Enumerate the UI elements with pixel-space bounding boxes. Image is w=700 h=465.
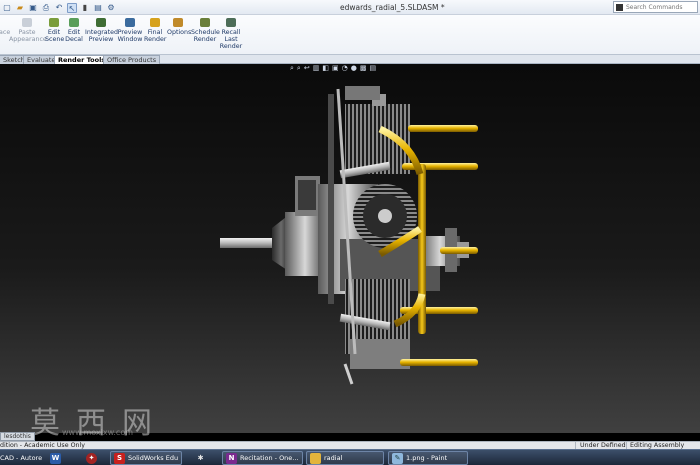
appearance-button[interactable]: ace [0,18,10,36]
taskbar-item-onenote[interactable]: N Recitation - One... [222,451,303,465]
paste-appearance-button[interactable]: Paste Appearance [9,18,47,43]
options-gear-icon[interactable]: ⚙ [106,3,116,13]
watermark-url: www.moxixw.com [62,428,134,437]
integrated-preview-icon [96,18,106,27]
solidworks-logo-icon: ✱ [197,453,204,462]
taskbar-item-word[interactable]: W [50,451,64,465]
solidworks-icon: S [114,452,125,464]
graphics-viewport[interactable]: ⌕ ⌕ ↩ ▥ ◧ ▣ ◔ ● ▩ ▤ [0,64,700,433]
options-button[interactable]: Options [167,18,191,36]
recall-last-render-icon [226,18,236,27]
taskbar-label: CAD - Autore [0,454,43,462]
quick-access-toolbar: ▢ ▰ ▣ ⎙ ↶ ↖ ▮ ▤ ⚙ [2,2,119,13]
command-manager-tabs: Sketch Evaluate Render Tools Office Prod… [0,55,700,64]
status-mode-text: Editing Assembly [630,442,685,449]
search-commands-input[interactable] [626,2,696,12]
integrated-preview-button[interactable]: Integrated Preview [85,18,118,43]
paint-icon: ✎ [392,452,403,464]
open-folder-icon[interactable]: ▰ [15,3,25,13]
options-icon [173,18,183,27]
taskbar-item-autocad[interactable]: CAD - Autore [0,451,42,465]
recall-last-render-button[interactable]: Recall Last Render [219,18,243,50]
status-bar: dition - Academic Use Only Under Defined… [0,441,700,450]
taskbar-item-radial-folder[interactable]: radial [306,451,384,465]
paste-appearance-icon [22,18,32,27]
new-document-icon[interactable]: ▢ [2,3,12,13]
undo-icon[interactable]: ↶ [54,3,64,13]
status-definition-text: Under Defined [580,442,626,449]
appearance-icon [0,18,9,27]
schedule-render-icon [200,18,210,27]
document-title: edwards_radial_5.SLDASM * [340,3,445,12]
save-icon[interactable]: ▣ [28,3,38,13]
edit-scene-icon [49,18,59,27]
search-icon [616,4,623,11]
app-icon: ✦ [86,452,97,464]
render-tools-ribbon: ace Paste Appearance Edit Scene Edit Dec… [0,15,700,55]
file-properties-icon[interactable]: ▤ [93,3,103,13]
search-commands-box[interactable] [613,1,698,13]
edit-decal-icon [69,18,79,27]
select-pointer-icon[interactable]: ↖ [67,2,77,13]
print-icon[interactable]: ⎙ [41,3,51,13]
folder-icon [310,452,321,464]
edit-scene-button[interactable]: Edit Scene [45,18,64,43]
onenote-icon: N [226,452,237,464]
taskbar-item-paint[interactable]: ✎ 1.png - Paint [388,451,468,465]
taskbar-label: radial [324,454,343,462]
taskbar-label: Recitation - One... [240,454,299,462]
edit-decal-button[interactable]: Edit Decal [65,18,83,43]
rebuild-icon[interactable]: ▮ [80,3,90,13]
tab-render-tools[interactable]: Render Tools [54,55,110,64]
word-icon: W [50,452,61,464]
tab-office-products[interactable]: Office Products [103,55,161,64]
taskbar-item-solidworks[interactable]: S SolidWorks Edu [110,451,183,465]
radial-engine-model[interactable] [0,64,700,433]
preview-window-button[interactable]: Preview Window [117,18,143,43]
taskbar-label: 1.png - Paint [406,454,448,462]
preview-window-icon [125,18,135,27]
status-edition-text: dition - Academic Use Only [0,442,86,449]
schedule-render-button[interactable]: Schedule Render [191,18,220,43]
taskbar-item-app[interactable]: ✦ [86,451,100,465]
title-bar: ▢ ▰ ▣ ⎙ ↶ ↖ ▮ ▤ ⚙ edwards_radial_5.SLDAS… [0,0,700,15]
taskbar-label: SolidWorks Edu [128,454,179,462]
final-render-icon [150,18,160,27]
taskbar-item-solidworks-logo[interactable]: ✱ [195,451,209,465]
final-render-button[interactable]: Final Render [144,18,166,43]
windows-taskbar: CAD - Autore W ✦ S SolidWorks Edu ✱ N Re… [0,449,700,465]
bottom-sheet-tab[interactable]: lesdothis [0,432,35,441]
